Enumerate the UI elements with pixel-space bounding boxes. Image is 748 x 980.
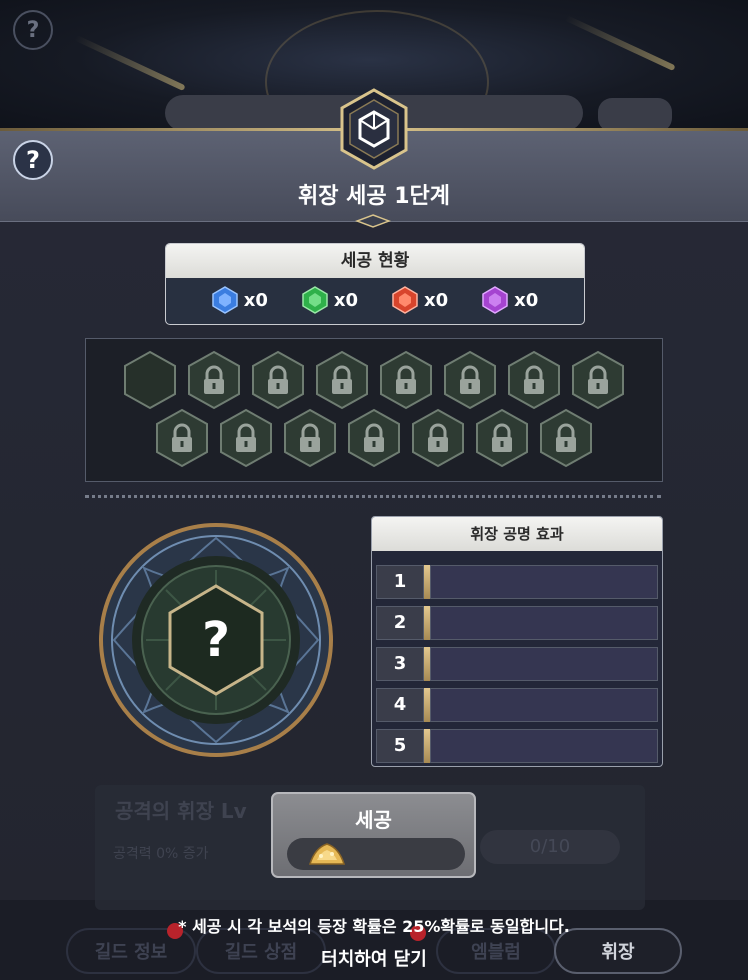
effect-row: 3 — [376, 647, 658, 681]
gem-count: x0 — [333, 289, 358, 311]
ornament-icon — [355, 214, 391, 228]
effect-row: 1 — [376, 565, 658, 599]
probability-note: * 세공 시 각 보석의 등장 확률은 25%확률로 동일합니다. — [178, 917, 570, 936]
purple-gem-icon — [482, 286, 508, 314]
effect-row-value — [430, 688, 658, 722]
gem-count: x0 — [424, 289, 449, 311]
effect-row-number: 1 — [376, 565, 424, 599]
emblem-badge-icon — [340, 88, 408, 170]
locked-slot[interactable] — [218, 408, 274, 468]
gem-item-red: x0 — [392, 286, 448, 314]
locked-slot[interactable] — [250, 350, 306, 410]
effect-row: 4 — [376, 688, 658, 722]
locked-slot[interactable] — [314, 350, 370, 410]
gem-item-blue: x0 — [211, 286, 268, 314]
bg-card-progress: 0/10 — [480, 830, 620, 864]
locked-slot[interactable] — [570, 350, 626, 410]
effect-row-value — [430, 606, 658, 640]
effect-row: 2 — [376, 606, 658, 640]
refine-status: 세공 현황 x0 x0 x0 x0 — [165, 243, 585, 325]
bg-comet — [564, 14, 676, 72]
locked-slot[interactable] — [410, 408, 466, 468]
effect-row-number: 5 — [376, 729, 424, 763]
bg-card-title: 공격의 휘장 Lv — [115, 799, 247, 823]
refine-button-label: 세공 — [355, 808, 392, 832]
status-title: 세공 현황 — [166, 244, 584, 278]
gem-count: x0 — [514, 289, 539, 311]
locked-slot[interactable] — [346, 408, 402, 468]
gem-item-green: x0 — [302, 286, 358, 314]
effect-row-value — [430, 565, 658, 599]
effect-row-number: 3 — [376, 647, 424, 681]
gold-pile-icon — [308, 843, 346, 865]
refine-button[interactable]: 세공 — [271, 792, 476, 878]
close-hint[interactable]: 터치하여 닫기 — [0, 945, 748, 971]
locked-slot[interactable] — [474, 408, 530, 468]
locked-slot[interactable] — [378, 350, 434, 410]
gem-item-purple: x0 — [482, 286, 538, 314]
dotted-divider — [85, 495, 661, 498]
effect-row-number: 4 — [376, 688, 424, 722]
resonance-effect-panel: 휘장 공명 효과 1 2 3 4 5 — [371, 516, 663, 767]
green-gem-icon — [302, 286, 328, 314]
locked-slot[interactable] — [538, 408, 594, 468]
effect-row-number: 2 — [376, 606, 424, 640]
effect-row: 5 — [376, 729, 658, 763]
bg-comet — [74, 34, 186, 92]
red-gem-icon — [392, 286, 418, 314]
blue-gem-icon — [211, 286, 238, 314]
locked-slot[interactable] — [186, 350, 242, 410]
locked-slot[interactable] — [282, 408, 338, 468]
emblem-preview: ? — [99, 523, 333, 757]
locked-slot[interactable] — [442, 350, 498, 410]
bg-emblem-button — [598, 98, 672, 132]
gem-list: x0 x0 x0 x0 — [166, 286, 584, 314]
empty-slot[interactable] — [122, 350, 178, 410]
bg-help-icon: ? — [13, 10, 53, 50]
help-button[interactable]: ? — [13, 140, 53, 180]
locked-slot[interactable] — [154, 408, 210, 468]
effect-row-value — [430, 729, 658, 763]
bg-card-desc: 공격력 0% 증가 — [113, 846, 209, 862]
locked-slot[interactable] — [506, 350, 562, 410]
page-title: 휘장 세공 1단계 — [297, 184, 451, 209]
effect-title: 휘장 공명 효과 — [372, 517, 662, 551]
effect-row-value — [430, 647, 658, 681]
unknown-mark: ? — [202, 612, 230, 668]
gem-count: x0 — [243, 289, 268, 311]
